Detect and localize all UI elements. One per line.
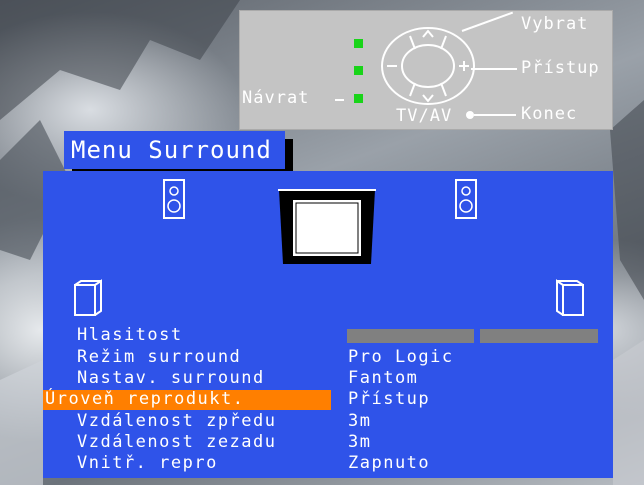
menu-row-value: Pro Logic <box>348 347 454 367</box>
menu-row-value: Zapnuto <box>348 453 431 473</box>
speaker-rear-right-icon <box>556 279 584 316</box>
menu-row-value: Fantom <box>348 368 419 388</box>
indicator-led-bottom <box>354 94 363 103</box>
tvav-label: TV/AV <box>396 106 453 126</box>
menu-row-label: Nastav. surround <box>77 368 265 388</box>
speaker-rear-left-icon <box>74 279 102 316</box>
back-pointer-line <box>335 99 344 101</box>
indicator-led-middle <box>354 66 363 75</box>
menu-title: Menu Surround <box>64 131 285 169</box>
exit-pointer-line <box>474 114 516 116</box>
menu-row-front-distance[interactable]: Vzdálenost zpředu 3m <box>43 411 613 432</box>
access-pointer-line <box>471 68 517 70</box>
select-label: Vybrat <box>521 14 589 34</box>
exit-label: Konec <box>521 104 578 124</box>
menu-row-label: Vzdálenost zpředu <box>77 411 277 431</box>
menu-row-label: Vzdálenost zezadu <box>77 432 277 452</box>
menu-row-label: Vnitř. repro <box>77 453 218 473</box>
access-label: Přístup <box>521 58 600 78</box>
menu-row-internal-speakers[interactable]: Vnitř. repro Zapnuto <box>43 453 613 474</box>
menu-row-label: Hlasitost <box>77 325 183 345</box>
remote-dpad-icon <box>381 27 475 105</box>
speaker-front-left-icon <box>163 179 185 219</box>
back-label: Návrat <box>242 88 310 108</box>
menu-row-rear-distance[interactable]: Vzdálenost zezadu 3m <box>43 432 613 453</box>
select-pointer-line <box>461 11 514 32</box>
menu-row-volume[interactable]: Hlasitost <box>43 325 613 346</box>
menu-row-speaker-level[interactable]: Úroveň reprodukt. Přístup <box>43 389 613 410</box>
menu-row-surround-setup[interactable]: Nastav. surround Fantom <box>43 368 613 389</box>
key-help-panel: Vybrat Přístup Návrat TV/AV Konec <box>239 10 613 130</box>
surround-menu-panel: Hlasitost Režim surround Pro Logic Nasta… <box>43 171 613 478</box>
volume-bar-right <box>480 329 598 343</box>
indicator-led-top <box>354 39 363 48</box>
menu-row-value: 3m <box>348 432 372 452</box>
menu-row-label: Režim surround <box>77 347 242 367</box>
tvav-dot-icon <box>466 111 474 119</box>
menu-row-label: Úroveň reprodukt. <box>45 389 245 409</box>
menu-row-surround-mode[interactable]: Režim surround Pro Logic <box>43 347 613 368</box>
tv-icon <box>278 189 376 264</box>
volume-bar-left <box>347 329 474 343</box>
speaker-front-right-icon <box>455 179 477 219</box>
menu-row-value: 3m <box>348 411 372 431</box>
menu-row-value: Přístup <box>348 389 431 409</box>
